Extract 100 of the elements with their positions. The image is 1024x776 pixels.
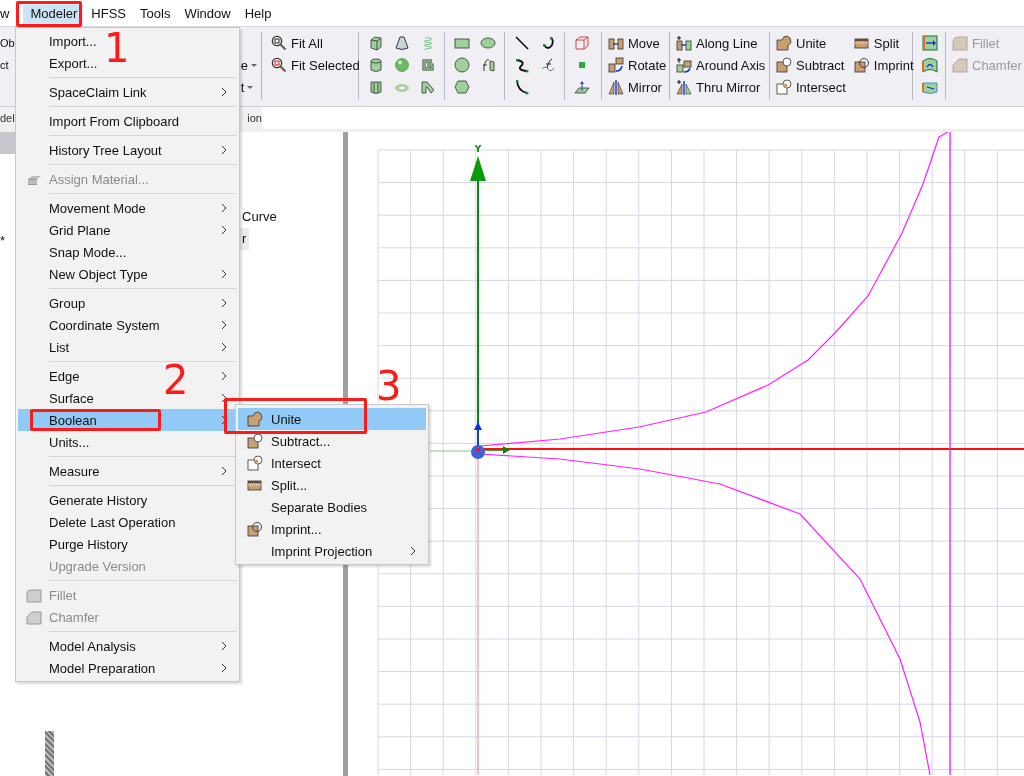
rectangle-icon[interactable] xyxy=(454,35,470,51)
curve-icon[interactable] xyxy=(540,57,556,73)
sweep-icon[interactable] xyxy=(922,35,938,51)
sweep-icon[interactable] xyxy=(922,79,938,95)
toolbar-button[interactable]: Subtract xyxy=(776,54,846,76)
menu-item[interactable]: Surface xyxy=(18,387,94,409)
menu-item[interactable]: History Tree Layout xyxy=(18,139,162,161)
rotate-icon xyxy=(608,57,624,73)
toolbar-button[interactable]: Around Axis xyxy=(676,54,766,76)
subtract-icon xyxy=(776,57,792,73)
imprint-icon xyxy=(853,57,870,73)
mirror-icon xyxy=(608,79,624,95)
cube-icon[interactable] xyxy=(368,35,384,51)
menu-bar-item[interactable]: Window xyxy=(177,5,237,26)
tree-marker: * xyxy=(0,233,6,248)
menu-item[interactable]: Model Preparation xyxy=(18,657,156,679)
menu-item[interactable]: Grid Plane xyxy=(18,219,111,241)
function-icon[interactable] xyxy=(480,57,496,73)
duplicate-axis-icon xyxy=(676,57,692,73)
menu-bar-item[interactable]: Tools xyxy=(133,5,177,26)
menu-bar-item[interactable]: w xyxy=(0,5,16,26)
toolbar-button[interactable]: Along Line xyxy=(676,32,766,54)
toolbar-button[interactable]: Move xyxy=(608,32,667,54)
menu-item[interactable]: Import... xyxy=(18,30,97,52)
group-label: ion xyxy=(247,112,262,124)
menu-item[interactable]: Subtract... xyxy=(238,430,426,452)
axis-label: Y xyxy=(474,144,482,154)
prism-icon[interactable] xyxy=(368,79,384,95)
scrollbar[interactable] xyxy=(45,731,54,776)
caret-icon xyxy=(246,83,255,91)
menu-item[interactable]: Measure xyxy=(18,460,100,482)
step-number: 1 xyxy=(104,28,130,68)
chamfer-icon xyxy=(952,57,968,73)
menu-item[interactable]: Delete Last Operation xyxy=(18,511,176,533)
intersect-icon xyxy=(776,79,792,95)
toolbar-button[interactable]: Rotate xyxy=(608,54,667,76)
dropdown-button[interactable]: e xyxy=(240,54,258,76)
arc-icon[interactable] xyxy=(540,35,556,51)
split-icon xyxy=(246,477,263,493)
menu-item[interactable]: New Object Type xyxy=(18,263,148,285)
duplicate-mirror-icon xyxy=(676,79,692,95)
cone-icon[interactable] xyxy=(394,35,410,51)
menu-item[interactable]: Intersect xyxy=(238,452,426,474)
menu-item[interactable]: SpaceClaim Link xyxy=(18,81,147,103)
bent-bar-icon[interactable] xyxy=(420,79,436,95)
toolbar-button[interactable]: Intersect xyxy=(776,76,846,98)
menu-bar-item[interactable]: Help xyxy=(237,5,278,26)
tree-item[interactable]: Curve xyxy=(239,206,280,228)
split-icon xyxy=(853,35,870,51)
menu-item[interactable]: Unite xyxy=(238,408,426,430)
menu-item[interactable]: Import From Clipboard xyxy=(18,110,180,132)
step-number: 2 xyxy=(163,360,189,400)
menu-bar-item[interactable]: HFSS xyxy=(84,5,133,26)
menu-item[interactable]: Purge History xyxy=(18,533,128,555)
chamfer-icon xyxy=(25,609,42,625)
plane-icon[interactable] xyxy=(574,79,590,95)
group-label: del xyxy=(0,112,15,124)
menu-item[interactable]: Snap Mode... xyxy=(18,241,127,263)
menu-item[interactable]: Coordinate System xyxy=(18,314,160,336)
hexagon-icon[interactable] xyxy=(454,79,470,95)
menu-item[interactable]: Separate Bodies xyxy=(238,496,426,518)
circle-icon[interactable] xyxy=(454,57,470,73)
menu-item[interactable]: Edge xyxy=(18,365,80,387)
dotted-arc-icon[interactable] xyxy=(514,79,530,95)
menu-item[interactable]: List xyxy=(18,336,70,358)
menu-item[interactable]: Units... xyxy=(18,431,90,453)
menu-item[interactable]: Imprint Projection xyxy=(238,540,426,562)
menu-item[interactable]: Export... xyxy=(18,52,98,74)
menu-item[interactable]: Model Analysis xyxy=(18,635,136,657)
toolbar-label[interactable]: Ob xyxy=(0,32,15,54)
line-icon[interactable] xyxy=(514,35,530,51)
unite-icon xyxy=(776,35,792,51)
hook-icon[interactable] xyxy=(420,57,436,73)
unite-icon xyxy=(246,411,263,427)
ellipse-icon[interactable] xyxy=(480,35,496,51)
highlight-frame xyxy=(16,1,82,27)
toolbar-button[interactable]: Thru Mirror xyxy=(676,76,766,98)
toolbar-button[interactable]: Mirror xyxy=(608,76,667,98)
menu-item[interactable]: Generate History xyxy=(18,489,148,511)
cylinder-icon[interactable] xyxy=(368,57,384,73)
dropdown-button[interactable]: t xyxy=(240,76,258,98)
toolbar-button[interactable]: Fit Selected xyxy=(271,54,360,76)
step-number: 3 xyxy=(376,366,402,406)
toolbar-button[interactable]: Split xyxy=(853,32,914,54)
duplicate-line-icon xyxy=(676,35,692,51)
zoom-icon xyxy=(271,57,287,73)
move-icon xyxy=(608,35,624,51)
menu-item[interactable]: Split... xyxy=(238,474,426,496)
menu-item[interactable]: Group xyxy=(18,292,86,314)
toolbar-button[interactable]: Unite xyxy=(776,32,846,54)
toolbar-label[interactable]: ct xyxy=(0,54,15,76)
sweep-icon[interactable] xyxy=(922,57,938,73)
spline-icon[interactable] xyxy=(514,57,530,73)
imprint-icon xyxy=(246,521,263,537)
toolbar-button[interactable]: Imprint xyxy=(853,54,914,76)
fillet-icon xyxy=(952,35,968,51)
menu-item[interactable]: Imprint... xyxy=(238,518,426,540)
menu-item[interactable]: Movement Mode xyxy=(18,197,146,219)
toolbar-button[interactable]: Fit All xyxy=(271,32,360,54)
wireframe-box-icon[interactable] xyxy=(574,35,590,51)
